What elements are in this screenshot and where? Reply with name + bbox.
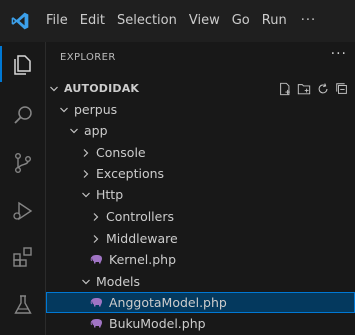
new-file-icon[interactable] xyxy=(278,82,292,96)
source-control-icon xyxy=(14,153,31,174)
explorer-actions xyxy=(278,78,349,99)
search-activity-button[interactable] xyxy=(0,92,46,138)
php-elephant-icon xyxy=(90,297,104,309)
active-indicator xyxy=(0,46,2,82)
menu-file[interactable]: File xyxy=(40,0,74,42)
vscode-logo-icon[interactable] xyxy=(0,0,40,42)
tree-root-autodidak[interactable]: AUTODIDAK xyxy=(46,78,355,99)
title-bar: File Edit Selection View Go Run ··· xyxy=(0,0,355,42)
activity-bar xyxy=(0,42,46,335)
tree-folder-exceptions[interactable]: Exceptions xyxy=(46,163,355,184)
chevron-down-icon xyxy=(68,124,80,137)
explorer-sidebar: EXPLORER ··· AUTODIDAK perpus app Consol… xyxy=(46,42,355,335)
tree-folder-perpus[interactable]: perpus xyxy=(46,99,355,120)
menu-more[interactable]: ··· xyxy=(293,0,322,42)
testing-flask-icon xyxy=(14,295,32,314)
tree-item-label: Console xyxy=(96,145,146,160)
menu-bar: File Edit Selection View Go Run ··· xyxy=(40,0,322,42)
tree-item-label: perpus xyxy=(74,102,118,117)
php-elephant-icon xyxy=(90,254,104,266)
php-elephant-icon xyxy=(90,318,104,330)
chevron-right-icon xyxy=(90,232,102,245)
source-control-activity-button[interactable] xyxy=(0,140,46,186)
chevron-down-icon xyxy=(48,82,60,95)
files-icon xyxy=(14,55,31,75)
collapse-all-icon[interactable] xyxy=(335,82,349,96)
tree-folder-controllers[interactable]: Controllers xyxy=(46,206,355,227)
tree-item-label: AnggotaModel.php xyxy=(109,295,227,310)
chevron-down-icon xyxy=(58,103,70,116)
tree-folder-models[interactable]: Models xyxy=(46,271,355,292)
tree-item-label: Models xyxy=(96,274,141,289)
chevron-right-icon xyxy=(80,167,92,180)
chevron-down-icon xyxy=(80,188,92,201)
menu-go[interactable]: Go xyxy=(226,0,256,42)
extensions-icon xyxy=(13,247,32,267)
testing-activity-button[interactable] xyxy=(0,282,46,328)
tree-item-label: BukuModel.php xyxy=(109,316,206,331)
explorer-more-button[interactable]: ··· xyxy=(331,46,347,62)
explorer-title: EXPLORER xyxy=(60,52,116,63)
tree-item-label: Exceptions xyxy=(96,166,165,181)
refresh-icon[interactable] xyxy=(316,82,330,96)
tree-folder-http[interactable]: Http xyxy=(46,184,355,205)
explorer-activity-button[interactable] xyxy=(0,42,46,88)
tree-folder-console[interactable]: Console xyxy=(46,142,355,163)
chevron-right-icon xyxy=(80,146,92,159)
tree-item-label: Http xyxy=(96,187,124,202)
search-icon xyxy=(14,106,32,124)
run-debug-activity-button[interactable] xyxy=(0,188,46,234)
new-folder-icon[interactable] xyxy=(297,82,311,96)
tree-item-label: Controllers xyxy=(106,209,174,224)
menu-selection[interactable]: Selection xyxy=(111,0,183,42)
chevron-down-icon xyxy=(80,275,92,288)
tree-file-anggotamodel[interactable]: AnggotaModel.php xyxy=(46,292,355,313)
run-debug-icon xyxy=(13,201,33,221)
chevron-right-icon xyxy=(90,210,102,223)
tree-file-bukumodel[interactable]: BukuModel.php xyxy=(46,313,355,334)
tree-item-label: Middleware xyxy=(106,231,178,246)
menu-edit[interactable]: Edit xyxy=(74,0,111,42)
tree-item-label: app xyxy=(84,123,108,138)
tree-item-label: Kernel.php xyxy=(109,252,177,267)
menu-view[interactable]: View xyxy=(183,0,226,42)
tree-root-label: AUTODIDAK xyxy=(64,82,140,95)
tree-folder-middleware[interactable]: Middleware xyxy=(46,228,355,249)
extensions-activity-button[interactable] xyxy=(0,234,46,280)
tree-folder-app[interactable]: app xyxy=(46,120,355,141)
menu-run[interactable]: Run xyxy=(256,0,293,42)
tree-file-kernel[interactable]: Kernel.php xyxy=(46,249,355,270)
